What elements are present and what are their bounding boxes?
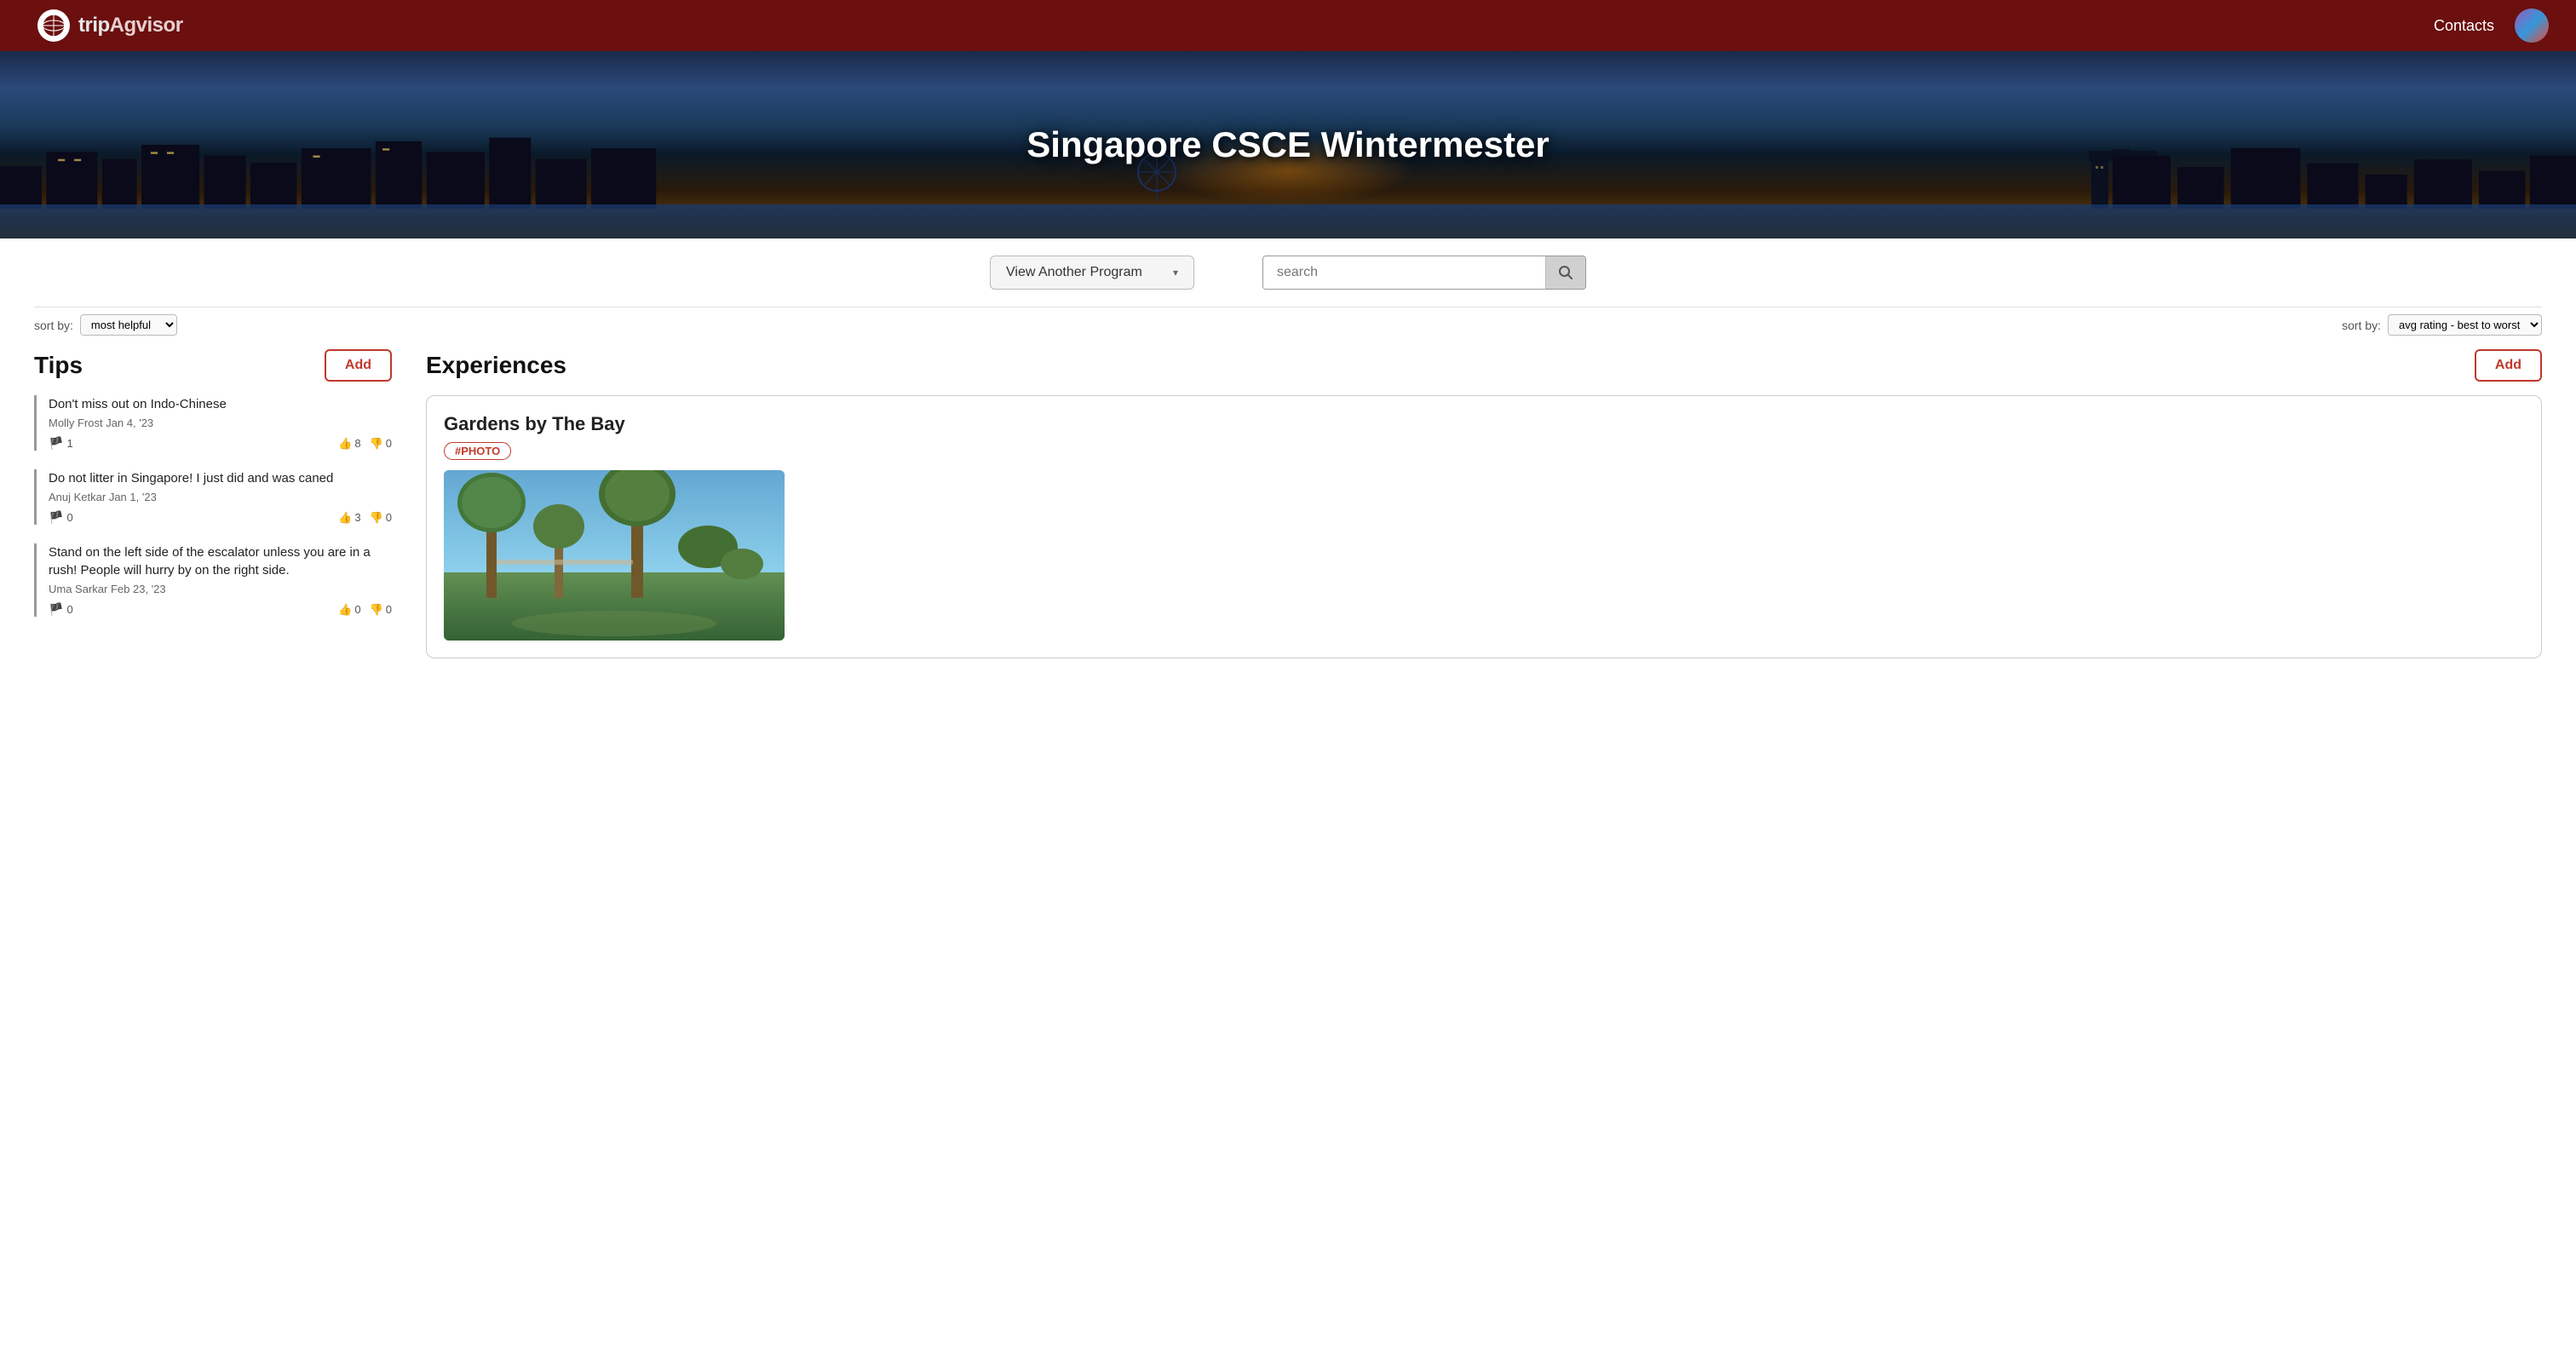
upvote-button[interactable]: 👍 8 [338, 437, 360, 451]
tips-title: Tips [34, 352, 83, 379]
downvote-button[interactable]: 👎 0 [370, 437, 392, 451]
app-name: tripAgvisor [78, 14, 183, 37]
tip-text: Don't miss out on Indo-Chinese [49, 395, 392, 413]
search-icon [1558, 265, 1573, 280]
flag-icon: 🏴 [49, 436, 63, 451]
tip-votes: 👍 0 👎 0 [338, 603, 392, 617]
tip-flag[interactable]: 🏴 1 [49, 436, 73, 451]
flag-count: 0 [66, 511, 72, 524]
hero-title: Singapore CSCE Wintermester [1026, 124, 1549, 165]
hero-water [0, 204, 2576, 238]
thumbs-up-icon: 👍 [338, 511, 352, 525]
tips-sort: sort by: most helpful most recent highes… [34, 314, 1288, 336]
skyline-left [0, 124, 1159, 209]
thumbs-up-icon: 👍 [338, 437, 352, 451]
experiences-sort-select[interactable]: avg rating - best to worst avg rating - … [2388, 314, 2542, 336]
experiences-title: Experiences [426, 352, 566, 379]
experiences-sort: sort by: avg rating - best to worst avg … [1288, 314, 2542, 336]
upvote-count: 3 [354, 511, 360, 524]
list-item: Stand on the left side of the escalator … [34, 543, 392, 617]
tips-sort-select[interactable]: most helpful most recent highest rated [80, 314, 177, 336]
downvote-button[interactable]: 👎 0 [370, 603, 392, 617]
contacts-link[interactable]: Contacts [2434, 17, 2494, 35]
thumbs-down-icon: 👎 [370, 603, 383, 617]
logo-icon [37, 9, 70, 42]
tips-header: Tips Add [34, 342, 392, 382]
downvote-count: 0 [386, 437, 392, 450]
experience-photo [444, 470, 785, 641]
thumbs-down-icon: 👎 [370, 511, 383, 525]
tip-flag[interactable]: 🏴 0 [49, 602, 73, 617]
list-item: Don't miss out on Indo-Chinese Molly Fro… [34, 395, 392, 451]
add-tip-button[interactable]: Add [325, 349, 392, 382]
navbar: tripAgvisor Contacts [0, 0, 2576, 51]
experience-tag: #PHOTO [444, 442, 511, 460]
tip-text: Stand on the left side of the escalator … [49, 543, 392, 579]
tip-votes: 👍 3 👎 0 [338, 511, 392, 525]
tip-meta: Uma Sarkar Feb 23, '23 [49, 583, 392, 595]
tip-meta: Molly Frost Jan 4, '23 [49, 417, 392, 429]
upvote-button[interactable]: 👍 3 [338, 511, 360, 525]
list-item: Do not litter in Singapore! I just did a… [34, 469, 392, 525]
experiences-column: Experiences Add Gardens by The Bay #PHOT… [426, 342, 2542, 675]
flag-icon: 🏴 [49, 510, 63, 525]
flag-count: 0 [66, 603, 72, 616]
chevron-down-icon: ▾ [1173, 267, 1178, 279]
downvote-count: 0 [386, 511, 392, 524]
program-dropdown-label: View Another Program [1006, 265, 1142, 280]
user-avatar[interactable] [2515, 9, 2549, 43]
upvote-count: 8 [354, 437, 360, 450]
search-bar [1262, 256, 1586, 290]
tip-meta: Anuj Ketkar Jan 1, '23 [49, 491, 392, 503]
tip-actions: 🏴 1 👍 8 👎 0 [49, 436, 392, 451]
flag-count: 1 [66, 437, 72, 450]
thumbs-up-icon: 👍 [338, 603, 352, 617]
downvote-count: 0 [386, 603, 392, 616]
flag-icon: 🏴 [49, 602, 63, 617]
search-button[interactable] [1545, 256, 1585, 289]
upvote-count: 0 [354, 603, 360, 616]
logo-area[interactable]: tripAgvisor [27, 6, 193, 45]
add-experience-button[interactable]: Add [2475, 349, 2542, 382]
experiences-header: Experiences Add [426, 342, 2542, 382]
downvote-button[interactable]: 👎 0 [370, 511, 392, 525]
thumbs-down-icon: 👎 [370, 437, 383, 451]
experience-card: Gardens by The Bay #PHOTO [426, 395, 2542, 658]
tip-flag[interactable]: 🏴 0 [49, 510, 73, 525]
hero-banner: Singapore CSCE Wintermester [0, 51, 2576, 238]
main-content: Tips Add Don't miss out on Indo-Chinese … [0, 342, 2576, 675]
program-dropdown[interactable]: View Another Program ▾ [990, 256, 1194, 290]
tip-actions: 🏴 0 👍 3 👎 0 [49, 510, 392, 525]
nav-right: Contacts [2434, 9, 2549, 43]
upvote-button[interactable]: 👍 0 [338, 603, 360, 617]
search-input[interactable] [1263, 256, 1545, 289]
tip-text: Do not litter in Singapore! I just did a… [49, 469, 392, 487]
tip-votes: 👍 8 👎 0 [338, 437, 392, 451]
skyline-right [2113, 141, 2576, 209]
sort-bars: sort by: most helpful most recent highes… [0, 307, 2576, 342]
experience-title: Gardens by The Bay [444, 413, 2524, 435]
tips-column: Tips Add Don't miss out on Indo-Chinese … [34, 342, 392, 675]
tip-actions: 🏴 0 👍 0 👎 0 [49, 602, 392, 617]
experiences-sort-label: sort by: [2342, 319, 2381, 332]
tips-sort-label: sort by: [34, 319, 73, 332]
controls-row: View Another Program ▾ [0, 238, 2576, 307]
